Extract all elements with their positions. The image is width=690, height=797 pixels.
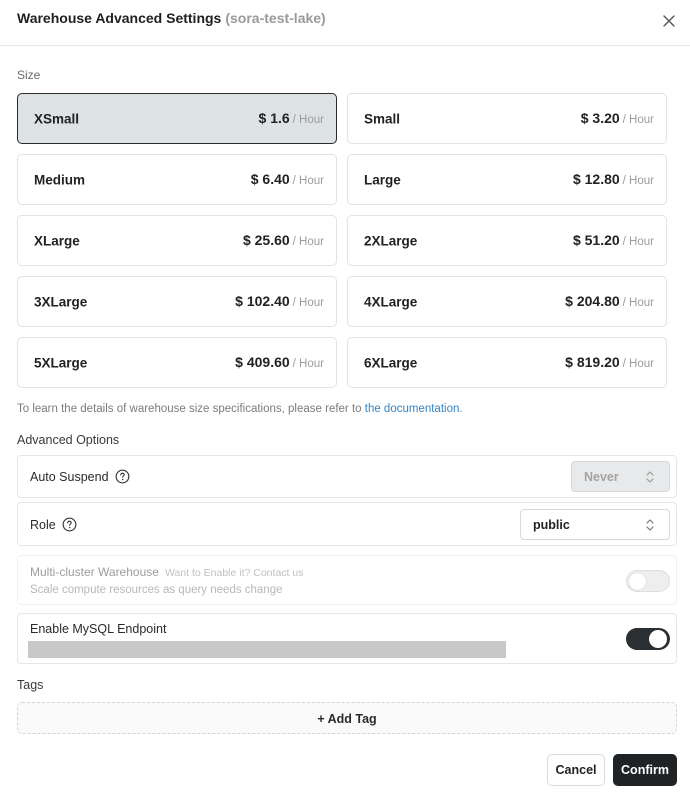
- role-label: Role: [30, 517, 77, 532]
- size-option-4xlarge[interactable]: 4XLarge $ 204.80/ Hour: [347, 276, 667, 327]
- price-value: $ 25.60: [242, 231, 290, 248]
- add-tag-label: + Add Tag: [317, 712, 377, 726]
- size-name: XSmall: [34, 111, 80, 126]
- price-value: $ 819.20: [565, 353, 620, 370]
- size-price: $ 409.60/ Hour: [235, 354, 324, 372]
- role-row: Role public: [17, 502, 677, 546]
- mysql-endpoint-row: Enable MySQL Endpoint: [17, 613, 677, 664]
- size-option-6xlarge[interactable]: 6XLarge $ 819.20/ Hour: [347, 337, 667, 388]
- price-value: $ 51.20: [572, 231, 620, 248]
- size-price: $ 6.40/ Hour: [251, 171, 324, 189]
- size-option-xlarge[interactable]: XLarge $ 25.60/ Hour: [17, 215, 337, 266]
- dialog-title: Warehouse Advanced Settings (sora-test-la…: [17, 10, 326, 26]
- mysql-endpoint-toggle[interactable]: [626, 628, 670, 650]
- warehouse-name: (sora-test-lake): [225, 10, 326, 26]
- price-value: $ 409.60: [235, 353, 290, 370]
- tags-label: Tags: [17, 678, 44, 692]
- price-unit: / Hour: [622, 235, 654, 248]
- info-suffix: .: [459, 403, 463, 415]
- auto-suspend-select[interactable]: Never: [571, 461, 670, 492]
- size-grid: XSmall $ 1.6/ Hour Small $ 3.20/ Hour Me…: [17, 93, 667, 389]
- close-button[interactable]: [659, 11, 679, 31]
- size-option-medium[interactable]: Medium $ 6.40/ Hour: [17, 154, 337, 205]
- auto-suspend-label: Auto Suspend: [30, 469, 130, 484]
- size-price: $ 819.20/ Hour: [565, 354, 654, 372]
- confirm-button[interactable]: Confirm: [613, 754, 677, 786]
- size-price: $ 102.40/ Hour: [235, 293, 324, 311]
- size-price: $ 25.60/ Hour: [243, 232, 324, 250]
- price-unit: / Hour: [622, 357, 654, 370]
- cancel-button[interactable]: Cancel: [547, 754, 605, 786]
- contact-us-note: Want to Enable it? Contact us: [164, 567, 304, 579]
- documentation-link[interactable]: the documentation: [365, 403, 460, 415]
- auto-suspend-row: Auto Suspend Never: [17, 455, 677, 498]
- add-tag-button[interactable]: + Add Tag: [17, 702, 677, 734]
- auto-suspend-value: Never: [584, 470, 619, 484]
- price-value: $ 204.80: [565, 292, 620, 309]
- question-circle-icon[interactable]: [115, 469, 130, 484]
- multi-cluster-text: Multi-cluster Warehouse: [30, 565, 159, 579]
- price-value: $ 12.80: [572, 170, 620, 187]
- size-option-small[interactable]: Small $ 3.20/ Hour: [347, 93, 667, 144]
- size-name: 4XLarge: [364, 294, 418, 309]
- toggle-knob: [649, 630, 667, 648]
- size-option-2xlarge[interactable]: 2XLarge $ 51.20/ Hour: [347, 215, 667, 266]
- chevron-up-down-icon: [646, 519, 654, 531]
- size-name: XLarge: [34, 233, 80, 248]
- auto-suspend-text: Auto Suspend: [30, 469, 109, 484]
- role-text: Role: [30, 517, 56, 532]
- price-unit: / Hour: [292, 296, 324, 309]
- price-unit: / Hour: [292, 113, 324, 126]
- size-price: $ 1.6/ Hour: [259, 110, 324, 128]
- dialog-header: Warehouse Advanced Settings (sora-test-la…: [0, 0, 690, 46]
- mysql-endpoint-label: Enable MySQL Endpoint: [30, 622, 167, 636]
- size-price: $ 12.80/ Hour: [573, 171, 654, 189]
- size-name: Medium: [34, 172, 86, 187]
- size-name: Small: [364, 111, 401, 126]
- multi-cluster-description: Scale compute resources as query needs c…: [30, 584, 283, 596]
- price-unit: / Hour: [622, 296, 654, 309]
- role-select[interactable]: public: [520, 509, 670, 540]
- size-name: 6XLarge: [364, 355, 418, 370]
- close-icon: [663, 15, 675, 27]
- size-option-5xlarge[interactable]: 5XLarge $ 409.60/ Hour: [17, 337, 337, 388]
- question-circle-icon[interactable]: [62, 517, 77, 532]
- size-price: $ 51.20/ Hour: [573, 232, 654, 250]
- size-name: Large: [364, 172, 401, 187]
- size-name: 2XLarge: [364, 233, 418, 248]
- toggle-knob: [629, 573, 646, 590]
- size-option-xsmall[interactable]: XSmall $ 1.6/ Hour: [17, 93, 337, 144]
- size-price: $ 3.20/ Hour: [581, 110, 654, 128]
- size-name: 5XLarge: [34, 355, 88, 370]
- size-price: $ 204.80/ Hour: [565, 293, 654, 311]
- price-value: $ 102.40: [235, 292, 290, 309]
- price-unit: / Hour: [622, 174, 654, 187]
- price-unit: / Hour: [292, 357, 324, 370]
- price-value: $ 6.40: [250, 170, 290, 187]
- redacted-endpoint: [28, 641, 506, 658]
- chevron-up-down-icon: [646, 471, 654, 483]
- role-value: public: [533, 518, 570, 532]
- price-value: $ 1.6: [258, 109, 290, 126]
- price-unit: / Hour: [622, 113, 654, 126]
- price-unit: / Hour: [292, 174, 324, 187]
- size-option-3xlarge[interactable]: 3XLarge $ 102.40/ Hour: [17, 276, 337, 327]
- info-text: To learn the details of warehouse size s…: [17, 403, 365, 415]
- advanced-options-label: Advanced Options: [17, 433, 120, 447]
- multi-cluster-toggle[interactable]: [626, 570, 670, 592]
- size-option-large[interactable]: Large $ 12.80/ Hour: [347, 154, 667, 205]
- dialog-title-text: Warehouse Advanced Settings: [17, 10, 222, 26]
- multi-cluster-label: Multi-cluster Warehouse Want to Enable it…: [30, 565, 303, 579]
- multi-cluster-row: Multi-cluster Warehouse Want to Enable it…: [17, 555, 677, 605]
- size-label: Size: [17, 68, 41, 82]
- size-info-text: To learn the details of warehouse size s…: [17, 403, 463, 415]
- size-name: 3XLarge: [34, 294, 88, 309]
- price-value: $ 3.20: [580, 109, 620, 126]
- price-unit: / Hour: [292, 235, 324, 248]
